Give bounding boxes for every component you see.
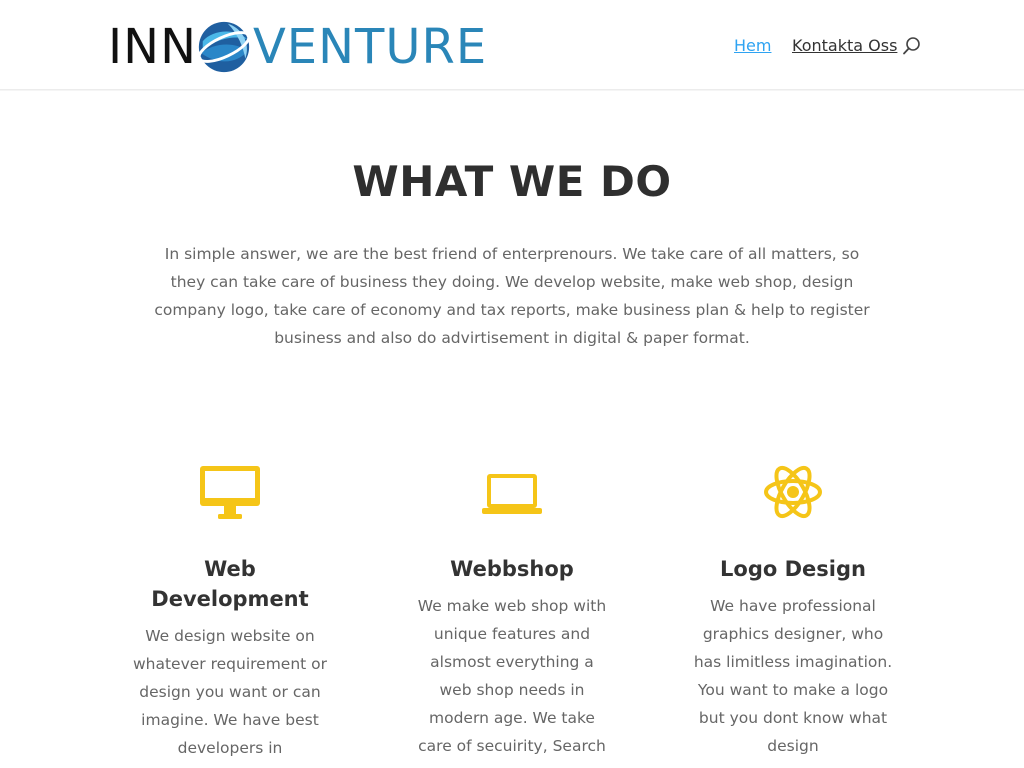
laptop-icon bbox=[482, 474, 542, 514]
site-logo[interactable]: INN VENTURE bbox=[108, 16, 487, 78]
service-description: We design website on whatever requiremen… bbox=[132, 627, 328, 757]
search-icon[interactable] bbox=[902, 36, 922, 56]
nav-item-hem[interactable]: Hem bbox=[734, 36, 771, 55]
globe-logo-icon bbox=[197, 21, 251, 73]
service-webbshop: Webbshop We make web shop with unique fe… bbox=[412, 460, 612, 760]
logo-text-inn: INN bbox=[108, 19, 197, 75]
nav-item-kontakta-oss[interactable]: Kontakta Oss bbox=[792, 36, 897, 55]
service-description: We make web shop with unique features an… bbox=[417, 597, 607, 755]
service-logo-design: Logo Design We have professional graphic… bbox=[692, 460, 894, 760]
service-title: Logo Design bbox=[720, 557, 866, 581]
service-title: Web Development bbox=[151, 557, 309, 611]
intro-paragraph: In simple answer, we are the best friend… bbox=[154, 245, 870, 347]
service-web-development: Web Development We design website on wha… bbox=[130, 460, 330, 762]
service-title: Webbshop bbox=[450, 557, 574, 581]
section-title: WHAT WE DO bbox=[352, 157, 672, 206]
desktop-monitor-icon bbox=[200, 466, 260, 519]
atom-icon bbox=[764, 465, 822, 519]
logo-text-venture: VENTURE bbox=[252, 19, 488, 75]
service-description: We have professional graphics designer, … bbox=[693, 597, 893, 755]
site-header: INN VENTURE Hem Kontakta Oss bbox=[0, 0, 1024, 90]
